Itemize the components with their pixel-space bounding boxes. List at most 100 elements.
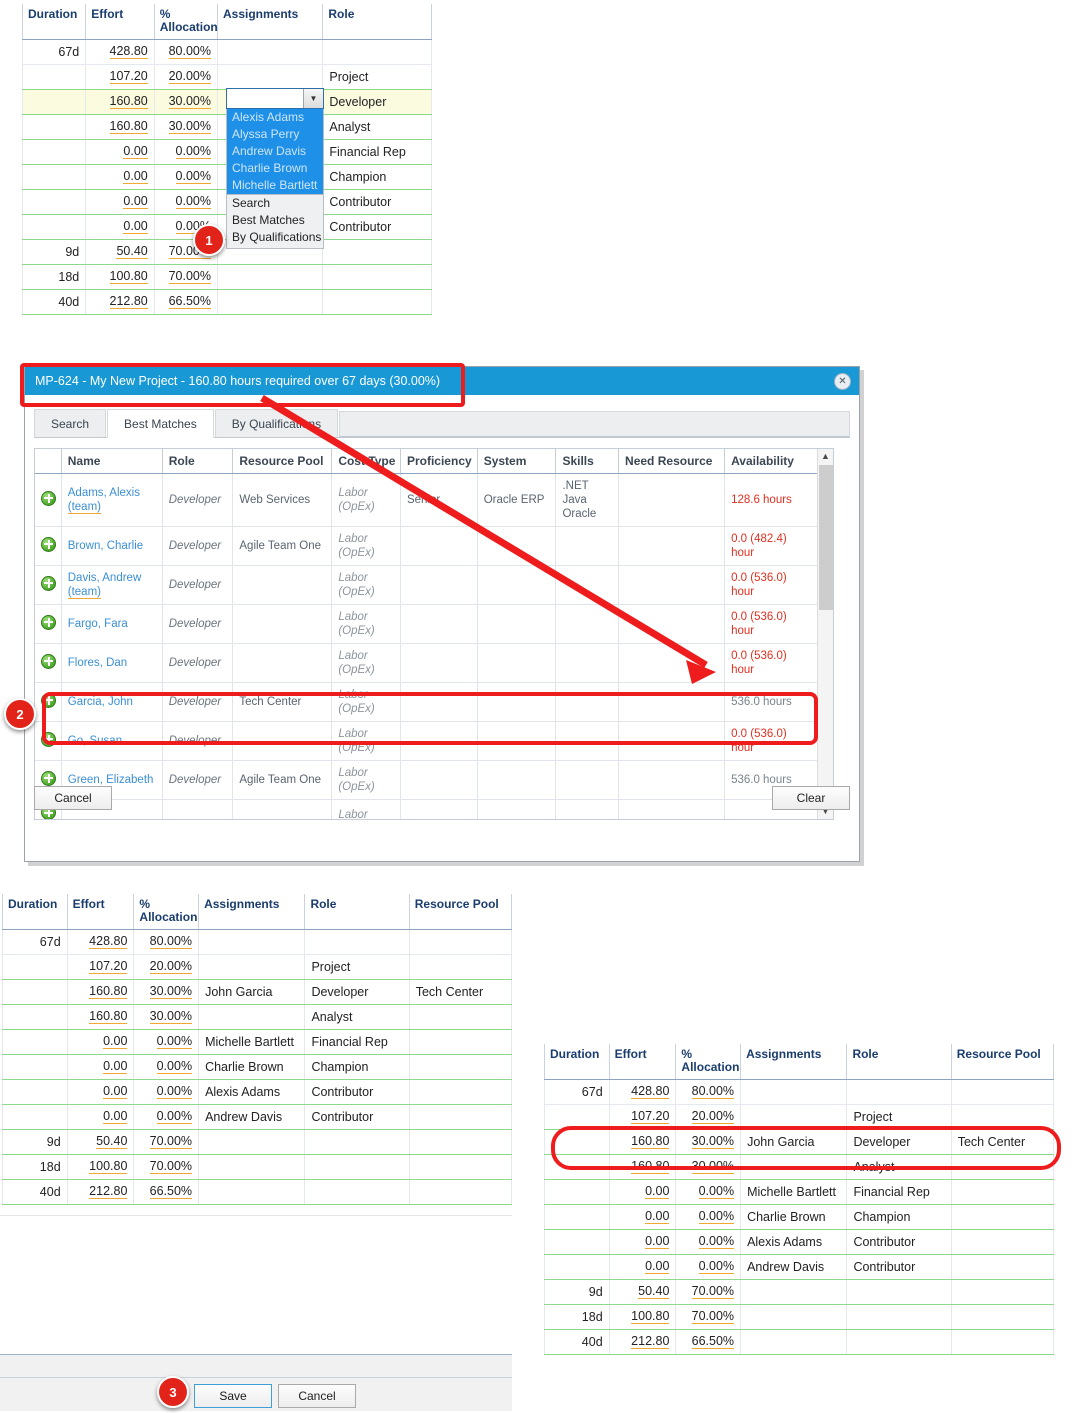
cell-duration[interactable] — [544, 1204, 610, 1231]
resource-name-link[interactable]: Green, Elizabeth — [68, 774, 154, 786]
editable-value[interactable]: 0.00% — [156, 1109, 193, 1125]
cell-role[interactable]: Contributor — [322, 214, 432, 241]
scrollbar-thumb[interactable] — [819, 465, 833, 610]
cell-duration[interactable] — [2, 1029, 68, 1056]
cell-duration[interactable] — [21, 139, 87, 166]
editable-value[interactable]: 107.20 — [89, 959, 128, 975]
editable-value[interactable]: 160.80 — [89, 984, 128, 1000]
resource-name-link[interactable]: Go, Susan — [68, 735, 122, 747]
editable-value[interactable]: 50.40 — [96, 1134, 128, 1150]
table-row[interactable]: 0.00 0.00% Alexis Adams Contributor — [2, 1079, 513, 1106]
cell-alloc[interactable]: 80.00% — [133, 929, 200, 956]
cell-effort[interactable]: 50.40 — [85, 239, 155, 266]
cell-alloc[interactable]: 70.00% — [675, 1304, 742, 1331]
cell-effort[interactable]: 428.80 — [608, 1079, 677, 1106]
col-role[interactable]: Role — [162, 449, 234, 474]
add-resource-cell[interactable] — [35, 643, 62, 683]
cell-duration[interactable] — [2, 979, 68, 1006]
cell-duration[interactable] — [21, 189, 87, 216]
editable-value[interactable]: 160.80 — [109, 119, 148, 135]
cell-effort[interactable]: 0.00 — [85, 189, 155, 216]
cell-duration[interactable] — [21, 114, 87, 141]
editable-value[interactable]: 0.00% — [698, 1234, 735, 1250]
col-effort[interactable]: Effort — [85, 4, 155, 41]
cell-alloc[interactable]: 80.00% — [153, 39, 218, 66]
resource-name-cell[interactable]: Adams, Alexis (team) — [61, 473, 163, 527]
cell-role[interactable] — [846, 1079, 952, 1106]
cell-assignment[interactable]: Alexis Adams — [198, 1079, 306, 1106]
cell-duration[interactable]: 40d — [21, 289, 87, 316]
cell-role[interactable] — [304, 1179, 410, 1206]
resource-name-link[interactable]: Garcia, John — [68, 696, 133, 708]
cell-assignment[interactable] — [198, 1004, 306, 1031]
table-row[interactable]: 40d 212.80 66.50% — [544, 1329, 1055, 1356]
editable-value[interactable]: 107.20 — [109, 69, 148, 85]
cell-assignment[interactable]: Charlie Brown — [198, 1054, 306, 1081]
table-row[interactable]: 160.80 30.00% John Garcia Developer Tech Cen… — [544, 1129, 1055, 1156]
cell-role[interactable]: Project — [322, 64, 432, 91]
table-row[interactable]: 40d 212.80 66.50% — [21, 289, 432, 316]
col-assignments[interactable]: Assignments — [740, 1044, 848, 1081]
editable-value[interactable]: 50.40 — [638, 1284, 670, 1300]
editable-value[interactable]: 66.50% — [168, 294, 211, 310]
editable-value[interactable]: 0.00 — [123, 219, 148, 235]
cell-alloc[interactable]: 30.00% — [133, 979, 200, 1006]
table-row[interactable]: 40d 212.80 66.50% — [2, 1179, 513, 1206]
cell-assignment[interactable] — [740, 1079, 848, 1106]
add-circle-icon[interactable] — [41, 575, 56, 591]
table-row[interactable]: 18d 100.80 70.00% — [21, 264, 432, 291]
cell-alloc[interactable]: 30.00% — [133, 1004, 200, 1031]
cell-alloc[interactable]: 30.00% — [675, 1154, 742, 1181]
cell-role[interactable] — [846, 1279, 952, 1306]
cell-effort[interactable]: 50.40 — [66, 1129, 135, 1156]
cell-duration[interactable] — [544, 1129, 610, 1156]
add-circle-icon[interactable] — [41, 731, 56, 747]
cell-pool[interactable] — [950, 1329, 1055, 1356]
cell-pool[interactable] — [408, 1104, 513, 1131]
cell-effort[interactable]: 100.80 — [608, 1304, 677, 1331]
cell-assignment[interactable] — [198, 1129, 306, 1156]
cell-effort[interactable]: 0.00 — [608, 1204, 677, 1231]
add-circle-icon[interactable] — [41, 692, 56, 708]
dropdown-action-best-matches[interactable]: Best Matches — [227, 212, 323, 229]
editable-value[interactable]: 428.80 — [109, 44, 148, 60]
table-row[interactable]: 0.00 0.00% Charlie Brown Champion — [2, 1054, 513, 1081]
table-row[interactable]: 18d 100.80 70.00% — [544, 1304, 1055, 1331]
cell-duration[interactable]: 9d — [544, 1279, 610, 1306]
cell-role[interactable]: Project — [304, 954, 410, 981]
cell-effort[interactable]: 160.80 — [85, 89, 155, 116]
resource-name-cell[interactable]: Flores, Dan — [61, 643, 163, 683]
col-resource-pool[interactable]: Resource Pool — [950, 1044, 1055, 1081]
cell-pool[interactable] — [950, 1179, 1055, 1206]
col-assignments[interactable]: Assignments — [198, 894, 306, 931]
editable-value[interactable]: 30.00% — [168, 119, 211, 135]
cell-role[interactable] — [322, 264, 432, 291]
resource-row[interactable]: Adams, Alexis (team) Developer Web Services… — [35, 473, 818, 527]
cell-pool[interactable] — [950, 1304, 1055, 1331]
cell-assignment[interactable] — [216, 289, 324, 316]
cell-alloc[interactable]: 80.00% — [675, 1079, 742, 1106]
editable-value[interactable]: 212.80 — [631, 1334, 670, 1350]
editable-value[interactable]: 100.80 — [109, 269, 148, 285]
tab-by-qualifications[interactable]: By Qualifications — [214, 409, 339, 437]
add-circle-icon[interactable] — [41, 614, 56, 630]
cell-alloc[interactable]: 0.00% — [153, 164, 218, 191]
cell-alloc[interactable]: 0.00% — [675, 1179, 742, 1206]
cell-alloc[interactable]: 66.50% — [133, 1179, 200, 1206]
cell-effort[interactable]: 212.80 — [85, 289, 155, 316]
cell-pool[interactable] — [950, 1229, 1055, 1256]
cell-pool[interactable] — [408, 1129, 513, 1156]
add-resource-cell[interactable] — [35, 565, 62, 605]
cell-role[interactable]: Financial Rep — [322, 139, 432, 166]
tab-best-matches[interactable]: Best Matches — [107, 409, 214, 438]
table-row[interactable]: 160.80 30.00% John Garcia Developer Tech Cen… — [2, 979, 513, 1006]
col-allocation[interactable]: % Allocation — [675, 1044, 742, 1081]
editable-value[interactable]: 0.00 — [103, 1059, 128, 1075]
cell-pool[interactable] — [408, 1079, 513, 1106]
cell-pool[interactable] — [408, 1004, 513, 1031]
cell-duration[interactable] — [21, 164, 87, 191]
cell-alloc[interactable]: 0.00% — [133, 1079, 200, 1106]
cell-role[interactable]: Contributor — [304, 1104, 410, 1131]
cell-duration[interactable]: 67d — [2, 929, 68, 956]
cell-role[interactable]: Project — [846, 1104, 952, 1131]
